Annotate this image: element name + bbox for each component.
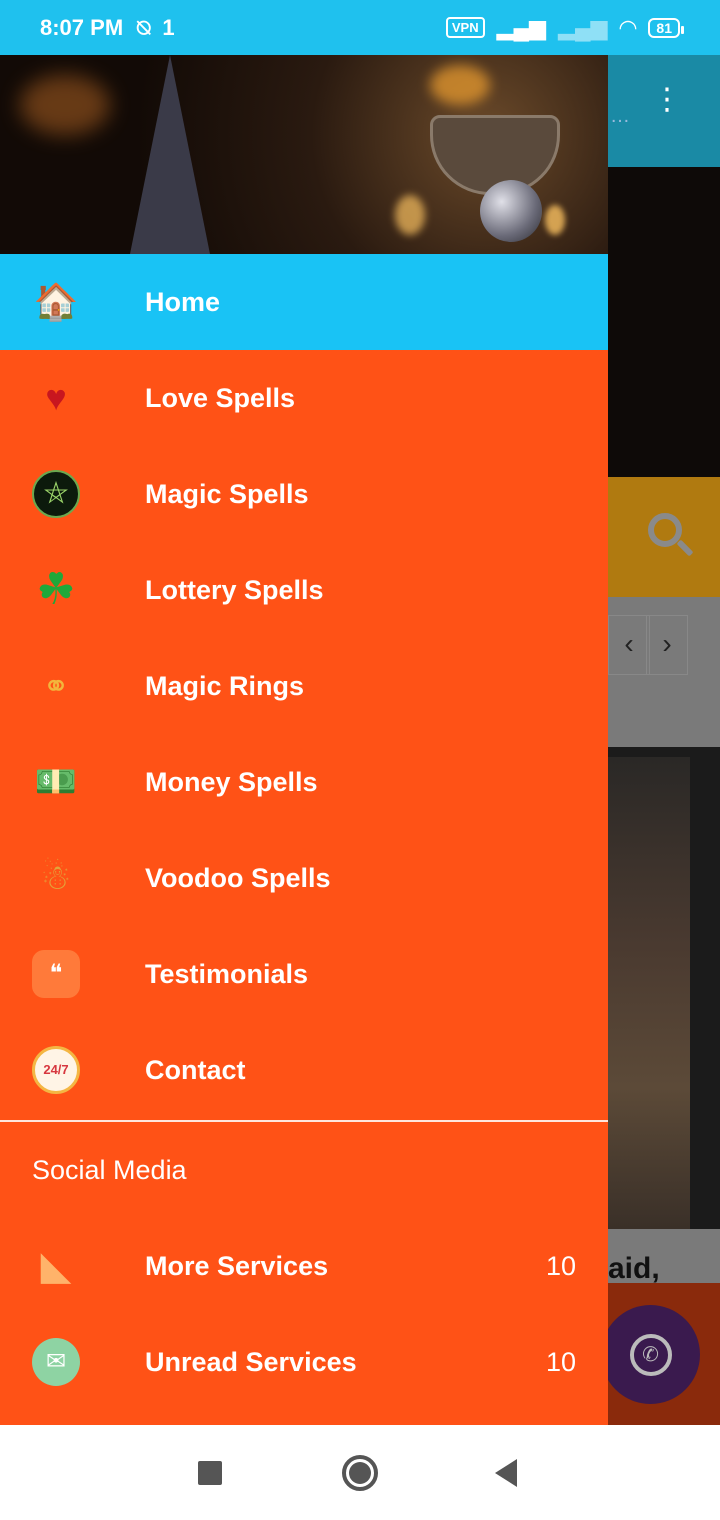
drawer-item-label: Home — [145, 286, 221, 317]
drawer-item-lottery-spells[interactable]: ☘ Lottery Spells — [0, 542, 608, 638]
alarm-off-icon: ⍉ — [137, 14, 151, 40]
rings-icon: ⚭ — [42, 668, 70, 704]
drawer-item-label: Love Spells — [145, 382, 296, 413]
overflow-menu-icon[interactable]: ⋮ — [652, 85, 682, 115]
drawer-item-love-spells[interactable]: ♥ Love Spells — [0, 350, 608, 446]
recents-button[interactable] — [170, 1425, 250, 1520]
drawer-item-money-spells[interactable]: 💵 Money Spells — [0, 734, 608, 830]
heart-icon: ♥ — [45, 377, 67, 418]
vpn-icon: VPN — [445, 17, 485, 38]
recents-icon — [198, 1460, 222, 1485]
money-icon: 💵 — [34, 763, 78, 801]
app-article-image — [608, 757, 690, 1229]
status-bar: 8:07 PM ⍉ 1 VPN ▂▄▆ ▂▄▆ ◠ 81 — [0, 0, 720, 55]
header-crystal-ball — [480, 180, 542, 242]
navigation-drawer: 🏠 Home ♥ Love Spells ⛤ Magic Spells ☘ Lo… — [0, 55, 608, 1425]
drawer-item-label: Testimonials — [145, 958, 309, 989]
app-partial-text: aid, — [608, 1252, 660, 1285]
system-nav-bar — [0, 1425, 720, 1520]
drawer-item-label: More Services — [145, 1250, 329, 1281]
mail-icon: ✉ — [32, 1338, 80, 1386]
battery-icon: 81 — [648, 17, 684, 38]
drawer-item-more-services[interactable]: ◣ More Services 10 — [0, 1218, 608, 1314]
drawer-item-label: Voodoo Spells — [145, 862, 331, 893]
app-search-bar[interactable] — [608, 477, 720, 597]
clover-icon: ☘ — [36, 565, 76, 614]
whatsapp-button[interactable]: ✆ — [601, 1305, 700, 1404]
title-ellipsis-icon: … — [610, 105, 630, 127]
wifi-icon: ◠ — [619, 14, 637, 40]
app-pager: ‹ › — [608, 597, 720, 747]
home-circle-icon — [342, 1454, 378, 1491]
app-hero-image — [608, 167, 720, 477]
home-button[interactable] — [320, 1425, 400, 1520]
drawer-item-label: Money Spells — [145, 766, 318, 797]
voodoo-doll-icon: ☃ — [40, 859, 72, 897]
header-glow — [430, 65, 490, 105]
header-glow — [20, 75, 110, 135]
back-icon — [495, 1458, 517, 1487]
section-header-social-media: Social Media — [32, 1154, 187, 1185]
search-icon[interactable] — [648, 513, 682, 547]
home-icon: 🏠 — [33, 281, 79, 322]
header-glow — [545, 205, 565, 235]
drawer-item-magic-spells[interactable]: ⛤ Magic Spells — [0, 446, 608, 542]
pager-prev-button[interactable]: ‹ — [608, 615, 650, 675]
item-count-badge: 10 — [545, 1250, 576, 1281]
signal-icon: ▂▄▆ — [496, 14, 547, 40]
header-glow — [395, 195, 425, 235]
drawer-item-contact[interactable]: 24/7 Contact — [0, 1022, 608, 1118]
drawer-item-testimonials[interactable]: ❝ Testimonials — [0, 926, 608, 1022]
drawer-item-label: Magic Rings — [145, 670, 305, 701]
whatsapp-icon: ✆ — [629, 1333, 672, 1376]
header-witch-hat — [130, 55, 210, 254]
drawer-header-image — [0, 55, 608, 254]
rss-icon: ◣ — [40, 1244, 72, 1288]
notification-count-icon: 1 — [162, 14, 175, 40]
chat-bubble-icon: ❝ — [32, 950, 80, 998]
pentagram-icon: ⛤ — [32, 470, 80, 518]
back-button[interactable] — [466, 1425, 546, 1520]
status-time: 8:07 PM — [40, 14, 124, 40]
drawer-item-voodoo-spells[interactable]: ☃ Voodoo Spells — [0, 830, 608, 926]
drawer-item-label: Magic Spells — [145, 478, 309, 509]
drawer-item-label: Lottery Spells — [145, 574, 324, 605]
drawer-item-label: Contact — [145, 1054, 246, 1085]
app-toolbar: … ⋮ — [608, 55, 720, 167]
drawer-item-magic-rings[interactable]: ⚭ Magic Rings — [0, 638, 608, 734]
drawer-item-unread-services[interactable]: ✉ Unread Services 10 — [0, 1314, 608, 1410]
pager-next-button[interactable]: › — [646, 615, 688, 675]
item-count-badge: 10 — [545, 1346, 576, 1377]
drawer-item-label: Unread Services — [145, 1346, 357, 1377]
status-icons: VPN ▂▄▆ ▂▄▆ ◠ 81 — [445, 14, 684, 41]
signal-off-icon: ▂▄▆ — [558, 14, 608, 40]
drawer-item-home[interactable]: 🏠 Home — [0, 254, 608, 350]
phone-24-7-icon: 24/7 — [32, 1046, 80, 1094]
